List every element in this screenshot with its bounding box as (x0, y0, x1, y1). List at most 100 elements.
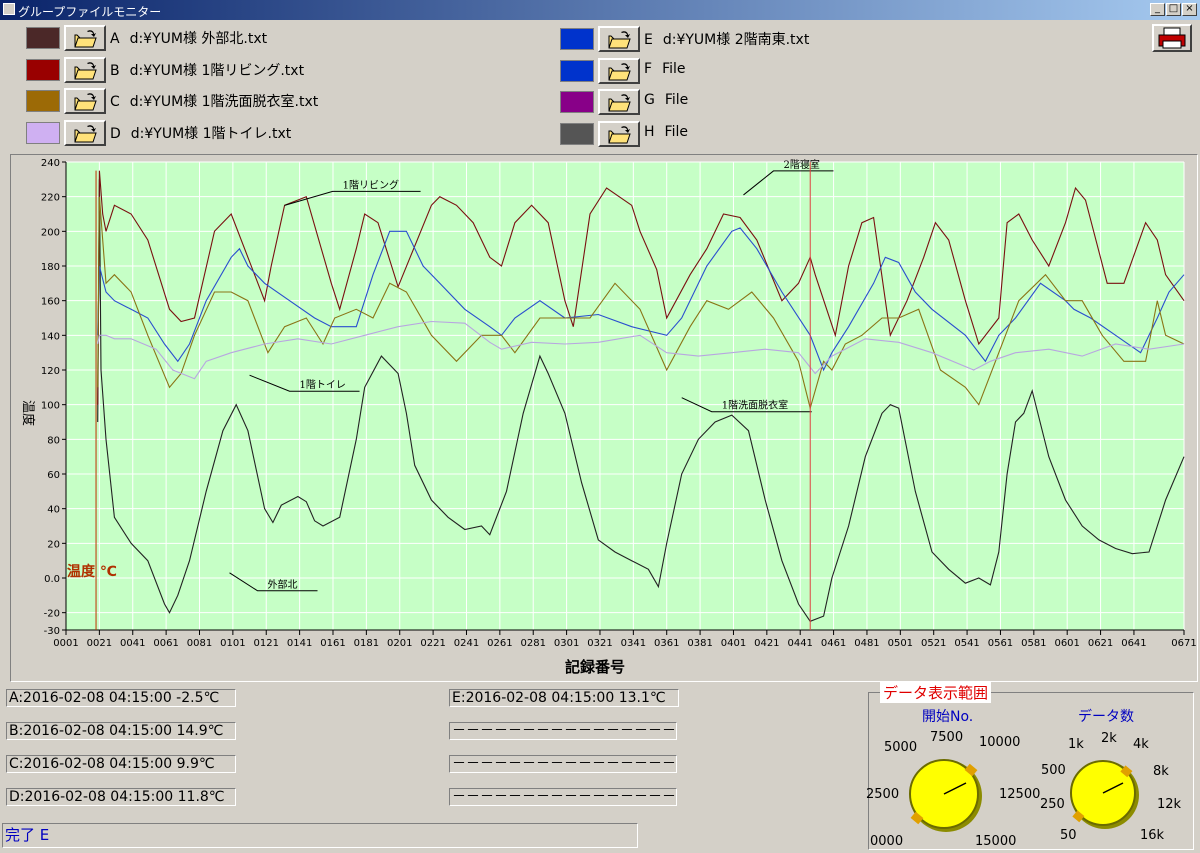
readout-h: －－－－－－－－－－－－－－－－－ (449, 788, 677, 806)
color-swatch-c[interactable] (26, 90, 60, 112)
x-tick-label: 0361 (654, 638, 679, 649)
print-button[interactable] (1152, 24, 1192, 52)
y-tick-label: 20 (47, 539, 60, 550)
y-tick-label: 100 (41, 401, 60, 412)
y-tick-label: 40 (47, 505, 60, 516)
x-tick-label: 0101 (220, 638, 245, 649)
start-tick-15000: 15000 (975, 834, 1017, 849)
readout-e: E:2016-02-08 04:15:00 13.1℃ (449, 689, 679, 707)
file-letter: B (110, 62, 120, 79)
y-tick-label: 160 (41, 297, 60, 308)
x-tick-label: 0601 (1054, 638, 1079, 649)
file-row-d: Dd:¥YUM様 1階トイレ.txt (26, 119, 406, 146)
open-file-button-h[interactable] (598, 120, 640, 147)
color-swatch-e[interactable] (560, 28, 594, 50)
x-tick-label: 0561 (988, 638, 1013, 649)
start-tick-0000: 0000 (870, 834, 904, 849)
y-tick-label: 80 (47, 435, 60, 446)
open-file-button-b[interactable] (64, 56, 106, 83)
x-tick-label: 0641 (1121, 638, 1146, 649)
annotation-label: 外部北 (268, 578, 298, 591)
x-tick-label: 0221 (420, 638, 445, 649)
count-tick-12k: 12k (1157, 797, 1182, 812)
file-label-f: F File (644, 61, 686, 77)
start-no-knob[interactable] (906, 756, 986, 836)
x-tick-label: 0401 (721, 638, 746, 649)
start-tick-12500: 12500 (999, 787, 1041, 802)
open-file-button-c[interactable] (64, 88, 106, 114)
readout-c: C:2016-02-08 04:15:00 9.9℃ (6, 755, 236, 773)
x-tick-label: 0281 (520, 638, 545, 649)
file-path: d:¥YUM様 2階南東.txt (662, 32, 810, 48)
color-swatch-b[interactable] (26, 58, 60, 81)
x-tick-label: 0161 (320, 638, 345, 649)
x-tick-label: 0501 (888, 638, 913, 649)
x-tick-label: 0461 (821, 638, 846, 649)
color-swatch-h[interactable] (560, 122, 594, 145)
file-row-f: F File (560, 57, 940, 84)
file-label-b: Bd:¥YUM様 1階リビング.txt (110, 60, 304, 80)
open-file-button-d[interactable] (64, 119, 106, 146)
x-tick-label: 0081 (187, 638, 212, 649)
y-tick-label: -20 (44, 609, 60, 620)
x-tick-label: 0481 (854, 638, 879, 649)
file-path: d:¥YUM様 1階リビング.txt (129, 62, 305, 79)
color-swatch-f[interactable] (560, 59, 594, 82)
window-title: グループファイルモニター (18, 5, 162, 19)
x-tick-label: 0621 (1088, 638, 1113, 649)
plot-area[interactable] (66, 162, 1184, 630)
y-axis-ticks: 240 220 200 180 160 140 120 100 80 60 40 20 0.0 -20 -3… (41, 158, 67, 637)
file-path: File (664, 123, 688, 140)
file-row-e: Ed:¥YUM様 2階南東.txt (560, 26, 940, 52)
file-row-c: Cd:¥YUM様 1階洗面脱衣室.txt (26, 88, 406, 114)
readout-f: －－－－－－－－－－－－－－－－－ (449, 722, 677, 740)
start-tick-10000: 10000 (979, 735, 1021, 750)
open-folder-icon (74, 93, 97, 111)
printer-icon (1158, 27, 1186, 49)
annotation-label: 1階トイレ (300, 379, 346, 391)
open-file-button-a[interactable] (64, 25, 106, 51)
y-tick-label: 140 (41, 331, 60, 342)
color-swatch-g[interactable] (560, 91, 594, 113)
y-tick-label: 200 (41, 227, 60, 238)
data-count-knob[interactable] (1068, 758, 1142, 832)
open-folder-icon (74, 30, 97, 48)
count-tick-500: 500 (1041, 763, 1066, 778)
y-tick-label: 240 (41, 158, 60, 169)
count-tick-16k: 16k (1140, 828, 1165, 843)
status-bar: 完了 E (2, 823, 638, 848)
open-file-button-f[interactable] (598, 57, 640, 84)
file-path: d:¥YUM様 外部北.txt (129, 31, 268, 47)
minimize-button[interactable]: _ (1150, 3, 1165, 16)
file-path: File (662, 60, 686, 77)
open-file-button-g[interactable] (598, 89, 640, 115)
file-label-e: Ed:¥YUM様 2階南東.txt (644, 29, 809, 49)
count-tick-2k: 2k (1101, 731, 1117, 746)
y-tick-label: 180 (41, 262, 60, 273)
file-letter: A (110, 31, 120, 47)
color-swatch-d[interactable] (26, 121, 60, 144)
restore-button[interactable]: □ (1166, 3, 1181, 16)
y-tick-label: 60 (47, 470, 60, 481)
x-tick-label: 0041 (120, 638, 145, 649)
file-label-g: G File (644, 92, 688, 108)
count-tick-4k: 4k (1133, 737, 1149, 752)
x-tick-label: 0421 (754, 638, 779, 649)
close-button[interactable]: × (1182, 3, 1197, 16)
file-letter: E (644, 32, 653, 48)
file-letter: D (110, 125, 121, 142)
file-row-h: H File (560, 120, 940, 147)
y-tick-label: 220 (41, 193, 60, 204)
color-swatch-a[interactable] (26, 27, 60, 49)
file-row-a: Ad:¥YUM様 外部北.txt (26, 25, 406, 51)
file-letter: H (644, 123, 655, 140)
open-file-button-e[interactable] (598, 26, 640, 52)
count-tick-8k: 8k (1153, 764, 1169, 779)
start-tick-7500: 7500 (930, 730, 964, 745)
x-tick-label: 0141 (287, 638, 312, 649)
temperature-chart: 240 220 200 180 160 140 120 100 80 60 40 20 0.0 -20 -3… (20, 158, 1196, 676)
readout-g: －－－－－－－－－－－－－－－－－ (449, 755, 677, 773)
app-icon[interactable] (3, 3, 15, 15)
readout-a: A:2016-02-08 04:15:00 -2.5℃ (6, 689, 236, 707)
data-count-label: データ数 (1078, 709, 1134, 725)
